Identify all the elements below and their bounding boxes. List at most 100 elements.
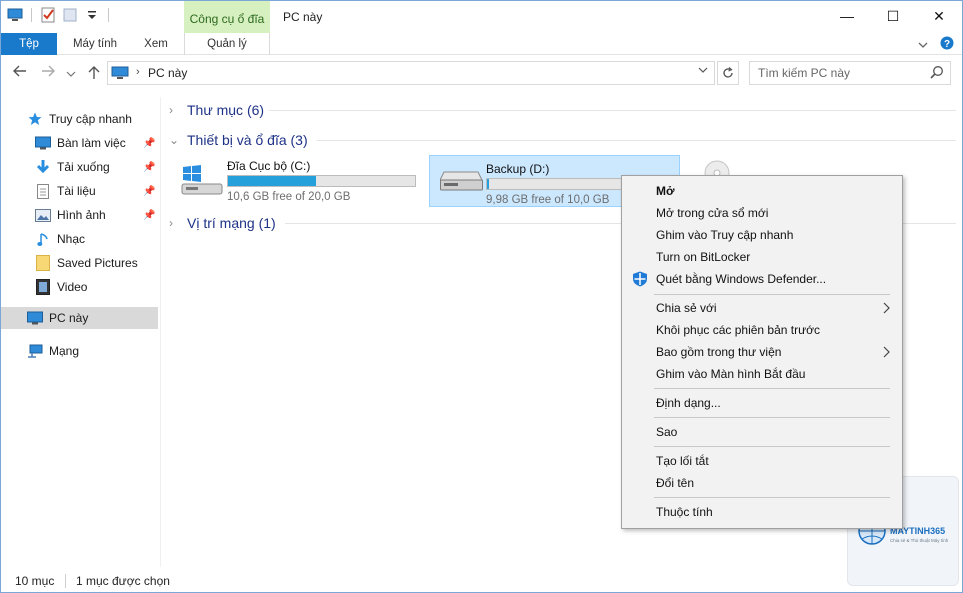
menu-separator bbox=[654, 388, 890, 389]
context-menu: Mở Mở trong cửa sổ mới Ghim vào Truy cập… bbox=[621, 175, 903, 529]
music-icon bbox=[35, 231, 51, 247]
help-icon[interactable]: ? bbox=[940, 36, 954, 53]
tab-file[interactable]: Tệp bbox=[1, 33, 57, 55]
sidebar-item-video[interactable]: Video bbox=[35, 276, 87, 298]
pin-icon[interactable]: 📌 bbox=[143, 210, 155, 221]
sidebar-item-label: Mạng bbox=[49, 344, 80, 358]
breadcrumb[interactable]: PC này bbox=[148, 66, 187, 80]
chevron-right-icon: › bbox=[169, 103, 173, 117]
status-divider bbox=[65, 574, 66, 588]
search-icon[interactable] bbox=[930, 65, 944, 82]
quick-access-toolbar bbox=[7, 7, 111, 23]
sidebar-item-music[interactable]: Nhạc bbox=[35, 228, 85, 250]
menu-separator bbox=[654, 446, 890, 447]
address-bar[interactable]: › PC này bbox=[107, 61, 715, 85]
menu-item-label: Bao gồm trong thư viện bbox=[656, 345, 782, 359]
drive-tools-contextual-tab: Công cụ ổ đĩa bbox=[184, 1, 270, 33]
drive-c[interactable]: Đĩa Cục bộ (C:) 10,6 GB free of 20,0 GB bbox=[171, 153, 426, 205]
sidebar-item-label: Tải xuống bbox=[57, 160, 110, 174]
back-button[interactable] bbox=[11, 64, 29, 82]
search-input[interactable] bbox=[758, 66, 928, 80]
sidebar-item-documents[interactable]: Tài liệu bbox=[35, 180, 96, 202]
star-icon bbox=[27, 111, 43, 127]
sidebar-item-label: Nhạc bbox=[57, 232, 86, 246]
status-item-count: 10 mục bbox=[15, 574, 55, 588]
folder-icon bbox=[35, 255, 51, 271]
sidebar-item-desktop[interactable]: Bàn làm việc bbox=[35, 132, 126, 154]
hard-drive-icon bbox=[439, 168, 484, 195]
chevron-right-icon: › bbox=[169, 216, 173, 230]
breadcrumb-chevron-icon[interactable]: › bbox=[136, 66, 140, 78]
menu-item-open-new-window[interactable]: Mở trong cửa sổ mới bbox=[624, 202, 900, 224]
navigation-bar: › PC này bbox=[1, 58, 962, 88]
video-icon bbox=[35, 279, 51, 295]
menu-item-share-with[interactable]: Chia sẻ với bbox=[624, 297, 900, 319]
sidebar-item-network[interactable]: Mạng bbox=[27, 340, 79, 362]
chevron-down-icon: ⌄ bbox=[169, 133, 180, 147]
sidebar-item-label: Hình ảnh bbox=[57, 208, 106, 222]
tab-manage[interactable]: Quản lý bbox=[185, 33, 269, 55]
close-button[interactable]: ✕ bbox=[916, 1, 962, 31]
menu-item-pin-quick-access[interactable]: Ghim vào Truy cập nhanh bbox=[624, 224, 900, 246]
new-folder-icon[interactable] bbox=[62, 7, 78, 23]
recent-locations-button[interactable] bbox=[65, 64, 77, 82]
forward-button[interactable] bbox=[39, 64, 57, 82]
sidebar-item-label: Tài liệu bbox=[57, 184, 96, 198]
sidebar-item-label: Saved Pictures bbox=[57, 256, 138, 270]
pin-icon[interactable]: 📌 bbox=[143, 138, 155, 149]
sidebar-item-saved-pictures[interactable]: Saved Pictures bbox=[35, 252, 138, 274]
tab-view[interactable]: Xem bbox=[133, 33, 179, 55]
menu-item-defender-scan[interactable]: Quét bằng Windows Defender... bbox=[624, 268, 900, 290]
menu-item-label: Chia sẻ với bbox=[656, 301, 717, 315]
sidebar-item-downloads[interactable]: Tải xuống bbox=[35, 156, 110, 178]
customize-toolbar-icon[interactable] bbox=[84, 7, 100, 23]
minimize-button[interactable]: — bbox=[824, 1, 870, 31]
refresh-button[interactable] bbox=[717, 61, 739, 85]
menu-item-create-shortcut[interactable]: Tạo lối tắt bbox=[624, 450, 900, 472]
menu-separator bbox=[654, 294, 890, 295]
sidebar-item-pictures[interactable]: Hình ảnh bbox=[35, 204, 106, 226]
computer-icon[interactable] bbox=[7, 7, 23, 23]
address-history-dropdown-icon[interactable] bbox=[698, 66, 708, 77]
menu-item-include-in-library[interactable]: Bao gồm trong thư viện bbox=[624, 341, 900, 363]
group-header-label: Thiết bị và ổ đĩa (3) bbox=[187, 132, 308, 148]
drive-name: Đĩa Cục bộ (C:) bbox=[227, 159, 311, 173]
drive-free-space: 10,6 GB free of 20,0 GB bbox=[227, 191, 351, 203]
tab-computer[interactable]: Máy tính bbox=[61, 33, 129, 55]
menu-item-copy[interactable]: Sao bbox=[624, 421, 900, 443]
menu-item-properties[interactable]: Thuộc tính bbox=[624, 501, 900, 523]
properties-icon[interactable] bbox=[40, 7, 56, 23]
windows-drive-icon bbox=[181, 165, 225, 200]
search-box[interactable] bbox=[749, 61, 951, 85]
toolbar-divider bbox=[31, 8, 32, 22]
drive-free-space: 9,98 GB free of 10,0 GB bbox=[486, 194, 610, 206]
sidebar-item-quick-access[interactable]: Truy cập nhanh bbox=[27, 108, 132, 130]
group-divider bbox=[269, 110, 956, 111]
desktop-icon bbox=[35, 135, 51, 151]
this-pc-icon bbox=[111, 66, 129, 83]
sidebar-item-this-pc[interactable]: PC này bbox=[1, 307, 158, 329]
pin-icon[interactable]: 📌 bbox=[143, 162, 155, 173]
pictures-icon bbox=[35, 207, 51, 223]
maximize-button[interactable]: ☐ bbox=[870, 1, 916, 31]
menu-separator bbox=[654, 497, 890, 498]
group-header-label: Thư mục (6) bbox=[187, 102, 265, 118]
up-button[interactable] bbox=[85, 64, 103, 82]
drive-usage-fill bbox=[228, 176, 316, 186]
group-header-folders[interactable]: › Thư mục (6) bbox=[169, 99, 264, 121]
menu-item-bitlocker[interactable]: Turn on BitLocker bbox=[624, 246, 900, 268]
group-divider bbox=[317, 140, 956, 141]
watermark-tagline: Chia sẻ & Thủ thuật Máy tính bbox=[890, 538, 949, 543]
menu-item-open[interactable]: Mở bbox=[624, 180, 900, 202]
pin-icon[interactable]: 📌 bbox=[143, 186, 155, 197]
menu-item-restore-previous[interactable]: Khôi phục các phiên bản trước bbox=[624, 319, 900, 341]
drive-usage-bar bbox=[227, 175, 416, 187]
status-bar: 10 mục 1 mục được chọn bbox=[1, 567, 962, 592]
group-header-network-locations[interactable]: › Vị trí mạng (1) bbox=[169, 212, 276, 234]
expand-ribbon-icon[interactable] bbox=[918, 38, 928, 52]
navigation-pane: Truy cập nhanh Bàn làm việc 📌 Tải xuống … bbox=[1, 97, 161, 567]
group-header-devices-and-drives[interactable]: ⌄ Thiết bị và ổ đĩa (3) bbox=[169, 129, 308, 151]
menu-item-rename[interactable]: Đổi tên bbox=[624, 472, 900, 494]
menu-item-format[interactable]: Định dạng... bbox=[624, 392, 900, 414]
menu-item-pin-to-start[interactable]: Ghim vào Màn hình Bắt đầu bbox=[624, 363, 900, 385]
